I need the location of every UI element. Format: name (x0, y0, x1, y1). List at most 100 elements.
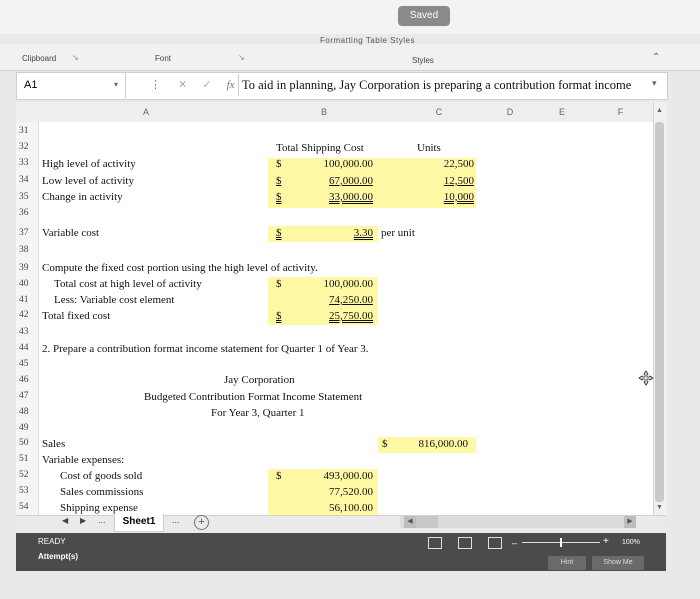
cell-var-exp-label[interactable]: Variable expenses: (42, 454, 124, 466)
cell-total-fixed-value[interactable]: 25,750.00 (300, 310, 373, 322)
row-header[interactable]: 34 (16, 175, 38, 185)
row-header[interactable]: 54 (16, 502, 38, 512)
cancel-icon[interactable]: ✕ (178, 79, 187, 91)
cell-less-var-label[interactable]: Less: Variable cost element (54, 294, 174, 306)
cell-sales-comm-label[interactable]: Sales commissions (60, 486, 143, 498)
cell-high-cost[interactable]: 100,000.00 (300, 158, 374, 170)
enter-icon[interactable]: ✓ (202, 79, 211, 91)
column-header-f[interactable]: F (588, 102, 653, 122)
cell-statement-title[interactable]: Budgeted Contribution Format Income Stat… (144, 391, 362, 403)
chevron-down-icon[interactable]: ▾ (114, 80, 118, 89)
zoom-out-icon[interactable]: – (512, 538, 517, 548)
page-break-icon[interactable] (488, 537, 502, 549)
row-header[interactable]: 50 (16, 438, 38, 448)
chevron-up-icon[interactable]: ⌃ (652, 52, 660, 63)
column-header-b[interactable]: B (254, 102, 394, 122)
row-header[interactable]: 51 (16, 454, 38, 464)
zoom-in-icon[interactable]: + (603, 536, 609, 547)
scroll-down-icon[interactable]: ▼ (656, 504, 663, 511)
cell-per-unit[interactable]: per unit (381, 227, 415, 239)
cell-cogs-label[interactable]: Cost of goods sold (60, 470, 142, 482)
scroll-left-icon[interactable]: ◀ (404, 516, 416, 528)
cell-shipping-value[interactable]: 56,100.00 (300, 502, 373, 514)
cell-low-cost[interactable]: 67,000.00 (300, 175, 373, 187)
tab-sheet1[interactable]: Sheet1 (114, 514, 164, 532)
row-header[interactable]: 47 (16, 391, 38, 401)
more-icon[interactable]: ⋮ (150, 79, 161, 91)
cell-variable-cost-label[interactable]: Variable cost (42, 227, 99, 239)
row-header[interactable]: 44 (16, 343, 38, 353)
zoom-slider-thumb[interactable] (560, 538, 562, 547)
column-header-c[interactable]: C (394, 102, 484, 122)
row-header[interactable]: 42 (16, 310, 38, 320)
column-header-e[interactable]: E (536, 102, 588, 122)
row-header[interactable]: 38 (16, 245, 38, 255)
row-header[interactable]: 43 (16, 327, 38, 337)
row-header[interactable]: 46 (16, 375, 38, 385)
cell-prepare-label[interactable]: 2. Prepare a contribution format income … (42, 343, 369, 355)
cell-dollar[interactable]: $ (382, 438, 388, 450)
row-header[interactable]: 36 (16, 208, 38, 218)
cell-total-fixed-label[interactable]: Total fixed cost (42, 310, 110, 322)
cell-compute-label[interactable]: Compute the fixed cost portion using the… (42, 262, 318, 274)
column-header-a[interactable]: A (38, 102, 254, 122)
cell-change-units[interactable]: 10,000 (400, 191, 474, 203)
ribbon-group-font[interactable]: Font (155, 54, 171, 63)
row-header[interactable]: 48 (16, 407, 38, 417)
row-header[interactable]: 37 (16, 228, 38, 238)
tab-more-left[interactable]: ... (98, 515, 106, 525)
row-header[interactable]: 32 (16, 142, 38, 152)
show-me-button[interactable]: Show Me (592, 556, 644, 570)
row-header[interactable]: 49 (16, 423, 38, 433)
chevron-down-icon[interactable]: ▾ (652, 78, 657, 89)
cell-high-units[interactable]: 22,500 (400, 158, 474, 170)
cell-cogs-value[interactable]: 493,000.00 (300, 470, 374, 482)
cell-change-cost[interactable]: 33,000.00 (300, 191, 373, 203)
cell-variable-cost-value[interactable]: 3.30 (330, 227, 373, 239)
cell-sales-comm-value[interactable]: 77,520.00 (300, 486, 373, 498)
cell-dollar[interactable]: $ (276, 227, 282, 239)
cell-dollar[interactable]: $ (276, 158, 282, 170)
cell-low-label[interactable]: Low level of activity (42, 175, 134, 187)
cell-change-label[interactable]: Change in activity (42, 191, 123, 203)
cell-header-units[interactable]: Units (417, 142, 441, 154)
row-header[interactable]: 31 (16, 126, 38, 136)
row-header[interactable]: 39 (16, 263, 38, 273)
dialog-launcher-icon[interactable]: ↘ (238, 53, 245, 62)
row-header[interactable]: 41 (16, 295, 38, 305)
scroll-right-icon[interactable]: ▶ (624, 516, 636, 528)
vertical-scroll-thumb[interactable] (655, 122, 664, 502)
normal-view-icon[interactable] (428, 537, 442, 549)
ribbon-group-styles[interactable]: Styles (412, 56, 434, 65)
row-header[interactable]: 45 (16, 359, 38, 369)
row-header[interactable]: 53 (16, 486, 38, 496)
cell-less-var-value[interactable]: 74,250.00 (300, 294, 373, 306)
horizontal-scroll-thumb[interactable] (416, 516, 438, 528)
row-header[interactable]: 52 (16, 470, 38, 480)
page-layout-icon[interactable] (458, 537, 472, 549)
cell-dollar[interactable]: $ (276, 470, 282, 482)
function-icon[interactable]: fx (227, 79, 235, 91)
row-header[interactable]: 40 (16, 279, 38, 289)
cell-period[interactable]: For Year 3, Quarter 1 (211, 407, 304, 419)
cell-sales-value[interactable]: 816,000.00 (400, 438, 469, 450)
cell-company-name[interactable]: Jay Corporation (224, 374, 295, 386)
cell-shipping-label[interactable]: Shipping expense (60, 502, 138, 514)
row-header[interactable]: 33 (16, 158, 38, 168)
ribbon-group-clipboard[interactable]: Clipboard (22, 54, 56, 63)
formula-input[interactable]: To aid in planning, Jay Corporation is p… (242, 72, 662, 98)
cell-total-cost-high-label[interactable]: Total cost at high level of activity (54, 278, 202, 290)
add-sheet-icon[interactable]: + (194, 515, 209, 530)
cell-sales-label[interactable]: Sales (42, 438, 65, 450)
column-header-d[interactable]: D (484, 102, 536, 122)
name-box[interactable]: A1 (16, 72, 126, 98)
cell-total-cost-high-value[interactable]: 100,000.00 (300, 278, 374, 290)
tab-next-icon[interactable]: ▶ (80, 516, 86, 525)
tab-more-right[interactable]: ... (172, 515, 180, 525)
dialog-launcher-icon[interactable]: ↘ (72, 53, 79, 62)
row-header[interactable]: 35 (16, 192, 38, 202)
hint-button[interactable]: Hint (548, 556, 586, 570)
cell-low-units[interactable]: 12,500 (400, 175, 474, 187)
cell-dollar[interactable]: $ (276, 175, 282, 187)
cell-dollar[interactable]: $ (276, 191, 282, 203)
